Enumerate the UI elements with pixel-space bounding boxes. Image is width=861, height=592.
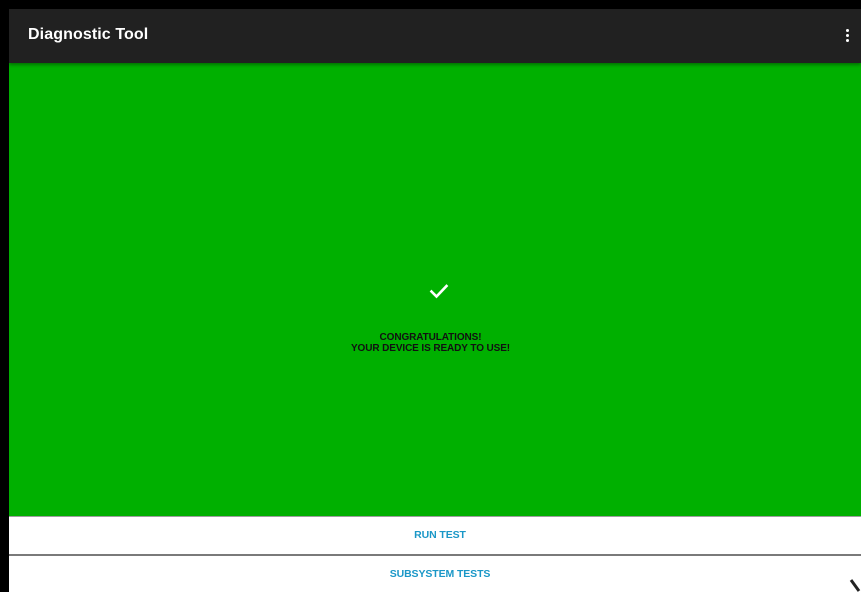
status-line-2: YOUR DEVICE IS READY TO USE! xyxy=(350,343,511,354)
app-window: Diagnostic Tool RUN TEST SUBSYSTEM TESTS xyxy=(9,9,861,592)
more-vert-icon xyxy=(846,29,849,32)
subsystem-tests-label: SUBSYSTEM TESTS xyxy=(389,568,491,580)
chevron-right-icon[interactable] xyxy=(840,579,861,592)
subsystem-tests-button[interactable]: SUBSYSTEM TESTS xyxy=(9,556,861,592)
check-icon xyxy=(429,284,449,299)
more-vert-icon-dot-3 xyxy=(846,39,849,42)
status-panel xyxy=(9,63,861,516)
app-title: Diagnostic Tool xyxy=(28,26,149,43)
app-bar: Diagnostic Tool xyxy=(9,9,861,63)
more-vert-icon-dot-2 xyxy=(846,34,849,37)
more-options-button[interactable] xyxy=(837,9,861,63)
status-line-1: CONGRATULATIONS! xyxy=(379,332,482,343)
run-test-button[interactable]: RUN TEST xyxy=(9,517,861,553)
run-test-label: RUN TEST xyxy=(414,529,466,541)
status-message: CONGRATULATIONS! YOUR DEVICE IS READY TO… xyxy=(0,332,861,354)
